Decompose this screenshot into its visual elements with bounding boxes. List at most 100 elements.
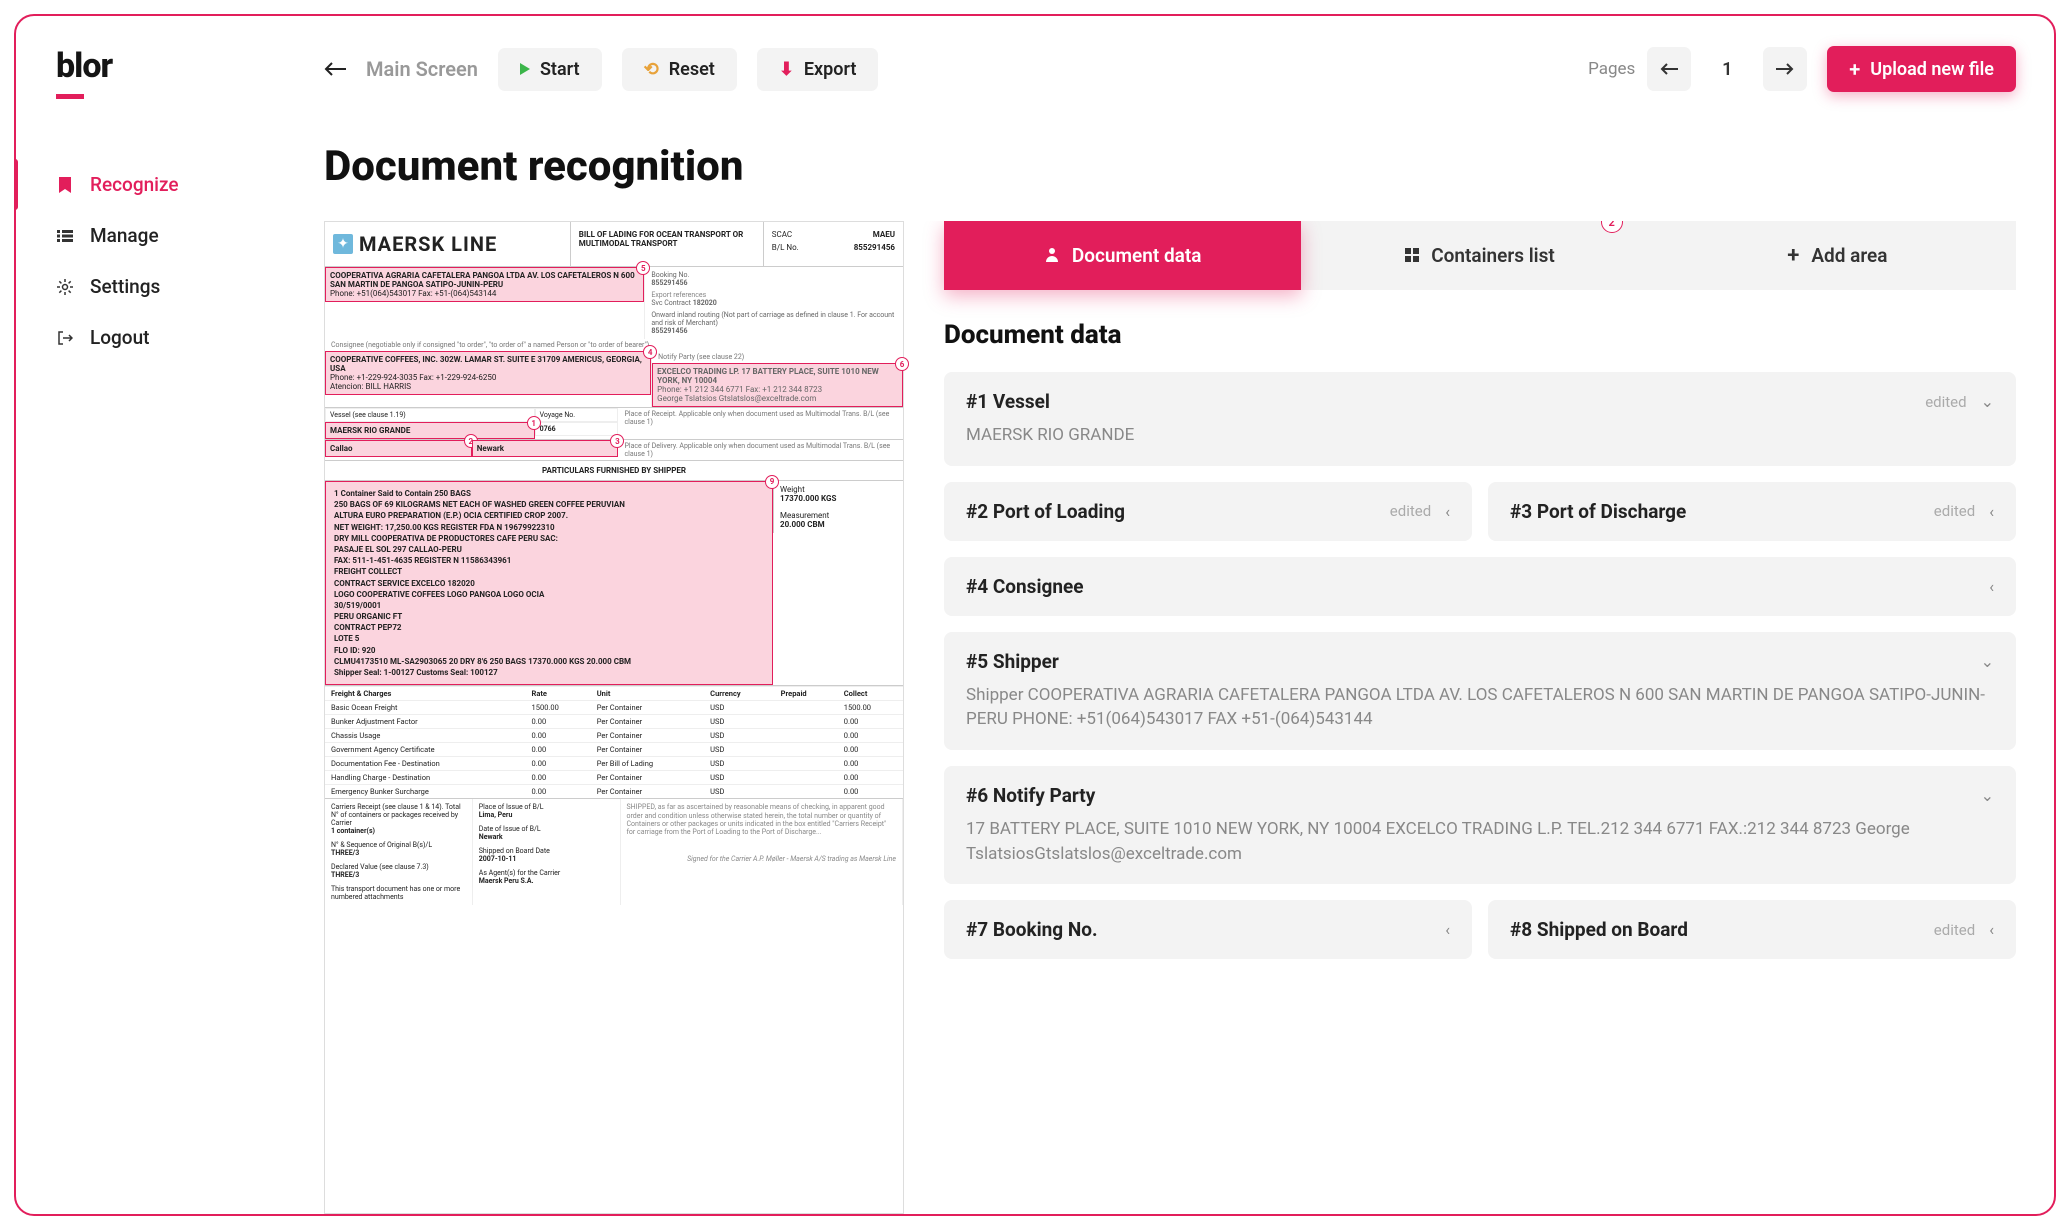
weight-value: 17370.000 KGS — [780, 494, 836, 503]
chevron-left-icon[interactable]: ‹ — [1989, 577, 1994, 596]
field-value: MAERSK RIO GRANDE — [966, 423, 1994, 448]
panel-tabs: Document data Containers list 2 + Add ar… — [944, 221, 2016, 290]
reset-icon: ⟲ — [644, 59, 659, 80]
nav-settings[interactable]: Settings — [56, 261, 276, 312]
logout-icon — [56, 329, 74, 347]
preview-port-row: 2Callao 3Newark Place of Delivery. Appli… — [325, 439, 903, 460]
section-title: Document data — [944, 320, 2016, 350]
notify-text: EXCELCO TRADING LP. 17 BATTERY PLACE, SU… — [657, 367, 879, 385]
chevron-left-icon[interactable]: ‹ — [1989, 502, 1994, 521]
field-notify-party[interactable]: #6 Notify Party ⌄ 17 BATTERY PLACE, SUIT… — [944, 766, 2016, 884]
shipper-highlight[interactable]: 5 COOPERATIVA AGRARIA CAFETALERA PANGOA … — [325, 267, 644, 302]
grid-icon — [1405, 244, 1419, 267]
preview-footer: Carriers Receipt (see clause 1 & 14). To… — [325, 798, 903, 905]
topbar: Main Screen Start ⟲ Reset ⬇ Export Pages… — [324, 46, 2016, 92]
prev-page-button[interactable] — [1647, 47, 1691, 91]
logo-underline — [56, 94, 84, 99]
consignee-highlight[interactable]: 4 COOPERATIVE COFFEES, INC. 302W. LAMAR … — [325, 351, 651, 395]
pages-label: Pages — [1588, 59, 1635, 79]
field-status: edited — [1390, 502, 1431, 520]
next-page-button[interactable] — [1763, 47, 1807, 91]
voyage-value: 0766 — [540, 425, 556, 433]
field-title: #7 Booking No. — [966, 918, 1098, 941]
notify-highlight[interactable]: 6 EXCELCO TRADING LP. 17 BATTERY PLACE, … — [652, 363, 903, 407]
pol-highlight[interactable]: 2Callao — [325, 440, 472, 457]
nav-logout[interactable]: Logout — [56, 312, 276, 363]
foot-signature: Signed for the Carrier A.P. Møller - Mae… — [627, 855, 897, 863]
region-badge: 1 — [527, 416, 541, 430]
chevron-left-icon[interactable]: ‹ — [1989, 920, 1994, 939]
pod-highlight[interactable]: 3Newark — [472, 440, 619, 457]
start-button[interactable]: Start — [498, 48, 602, 91]
foot-seq: THREE/3 — [331, 849, 359, 857]
foot-receipt: Carriers Receipt (see clause 1 & 14). To… — [331, 803, 466, 827]
tab-label: Containers list — [1431, 244, 1555, 267]
chevron-left-icon[interactable]: ‹ — [1445, 502, 1450, 521]
chevron-down-icon[interactable]: ⌄ — [1981, 786, 1994, 805]
page-nav: Pages 1 — [1588, 47, 1807, 91]
field-shipped-on-board[interactable]: #8 Shipped on Board edited ‹ — [1488, 900, 2016, 959]
field-vessel[interactable]: #1 Vessel edited ⌄ MAERSK RIO GRANDE — [944, 372, 2016, 466]
fields-list: #1 Vessel edited ⌄ MAERSK RIO GRANDE #2 … — [944, 372, 2016, 959]
booking-label: Booking No. — [651, 271, 897, 279]
field-title: #5 Shipper — [966, 650, 1059, 673]
nav-label: Logout — [90, 326, 150, 349]
button-label: Start — [540, 59, 580, 80]
chevron-down-icon[interactable]: ⌄ — [1981, 392, 1994, 411]
header-codes: SCACMAEU B/L No.855291456 — [764, 222, 903, 266]
chevron-left-icon[interactable]: ‹ — [1445, 920, 1450, 939]
consignee-note: Consignee (negotiable only if consigned … — [325, 339, 903, 351]
carrier-name: MAERSK LINE — [359, 232, 497, 256]
foot-decl: THREE/3 — [331, 871, 359, 879]
back-to-main[interactable]: Main Screen — [324, 57, 478, 81]
nav-label: Recognize — [90, 173, 179, 196]
document-preview[interactable]: ✦ MAERSK LINE BILL OF LADING FOR OCEAN T… — [324, 221, 904, 1214]
field-port-of-discharge[interactable]: #3 Port of Discharge edited ‹ — [1488, 482, 2016, 541]
tab-label: Document data — [1072, 244, 1202, 267]
foot-note: This transport document has one or more … — [331, 885, 466, 901]
field-booking-no[interactable]: #7 Booking No. ‹ — [944, 900, 1472, 959]
charges-table: Freight & ChargesRateUnitCurrencyPrepaid… — [325, 685, 903, 798]
chevron-down-icon[interactable]: ⌄ — [1981, 652, 1994, 671]
sidebar: blor Recognize Manage Settings Logout — [16, 16, 276, 1214]
foot-col-1: Carriers Receipt (see clause 1 & 14). To… — [325, 799, 473, 905]
field-title: #1 Vessel — [966, 390, 1050, 413]
consignee-attn: Atencion: BILL HARRIS — [330, 382, 411, 391]
reset-button[interactable]: ⟲ Reset — [622, 48, 737, 91]
foot-seq-label: N° & Sequence of Original B(s)/L — [331, 841, 466, 849]
gear-icon — [56, 278, 74, 296]
vessel-value: MAERSK RIO GRANDE — [330, 426, 410, 435]
bookmark-icon — [56, 176, 74, 194]
foot-date: Newark — [479, 833, 503, 841]
weight-label: Weight — [780, 485, 805, 494]
field-status: edited — [1925, 393, 1966, 411]
vessel-highlight[interactable]: 1MAERSK RIO GRANDE — [325, 422, 535, 439]
nav-label: Settings — [90, 275, 160, 298]
upload-button[interactable]: + Upload new file — [1827, 46, 2016, 92]
page-title: Document recognition — [324, 142, 2016, 191]
field-consignee[interactable]: #4 Consignee ‹ — [944, 557, 2016, 616]
tab-document-data[interactable]: Document data — [944, 221, 1301, 290]
foot-agent: Maersk Peru S.A. — [479, 877, 534, 885]
bl-no-value: 855291456 — [854, 243, 895, 252]
field-shipper[interactable]: #5 Shipper ⌄ Shipper COOPERATIVA AGRARIA… — [944, 632, 2016, 750]
pod-note: Place of Delivery. Applicable only when … — [618, 440, 903, 460]
preview-cargo-body: 9 1 Container Said to Contain 250 BAGS25… — [325, 480, 903, 685]
field-port-of-loading[interactable]: #2 Port of Loading edited ‹ — [944, 482, 1472, 541]
field-title: #8 Shipped on Board — [1510, 918, 1688, 941]
voyage-label: Voyage No. — [540, 411, 576, 419]
arrow-left-icon — [1660, 63, 1678, 75]
pol-value: Callao — [330, 444, 353, 453]
nav-manage[interactable]: Manage — [56, 210, 276, 261]
tab-containers-list[interactable]: Containers list 2 — [1301, 221, 1658, 290]
scac-label: SCAC — [772, 230, 792, 239]
nav-recognize[interactable]: Recognize — [56, 159, 276, 210]
cargo-highlight[interactable]: 9 1 Container Said to Contain 250 BAGS25… — [325, 481, 773, 685]
plus-icon: + — [1849, 57, 1860, 81]
page-number: 1 — [1703, 59, 1751, 80]
foot-containers: 1 container(s) — [331, 827, 375, 835]
button-label: Upload new file — [1870, 59, 1994, 80]
tab-add-area[interactable]: + Add area — [1659, 221, 2016, 290]
content-row: ✦ MAERSK LINE BILL OF LADING FOR OCEAN T… — [324, 221, 2016, 1214]
export-button[interactable]: ⬇ Export — [757, 48, 879, 91]
